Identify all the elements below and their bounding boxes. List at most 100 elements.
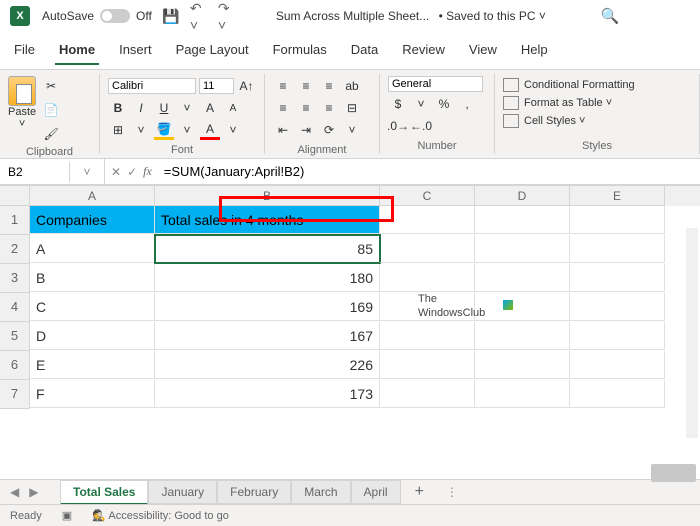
menu-file[interactable]: File [10, 36, 39, 65]
sheet-tab-january[interactable]: January [148, 480, 217, 504]
enter-formula-icon[interactable]: ✓ [127, 165, 137, 179]
vertical-scrollbar[interactable] [686, 228, 698, 438]
font-grow-icon[interactable]: A [200, 98, 220, 118]
menu-help[interactable]: Help [517, 36, 552, 65]
orientation-icon[interactable]: ⟳ [319, 120, 339, 140]
comma-icon[interactable]: , [457, 94, 477, 114]
indent-right-icon[interactable]: ⇥ [296, 120, 316, 140]
wrap-text-icon[interactable]: ab [342, 76, 362, 96]
cell-e5[interactable] [570, 322, 665, 350]
merge-icon[interactable]: ⊟ [342, 98, 362, 118]
cell-a7[interactable]: F [30, 380, 155, 408]
menu-formulas[interactable]: Formulas [269, 36, 331, 65]
row-header[interactable]: 5 [0, 322, 30, 351]
font-name-select[interactable] [108, 78, 196, 94]
toggle-switch-icon[interactable] [100, 9, 130, 23]
menu-view[interactable]: View [465, 36, 501, 65]
cell-d6[interactable] [475, 351, 570, 379]
cut-icon[interactable]: ✂ [41, 76, 61, 96]
cell-a5[interactable]: D [30, 322, 155, 350]
cell-b4[interactable]: 169 [155, 293, 380, 321]
cell-e1[interactable] [570, 206, 665, 234]
cell-d5[interactable] [475, 322, 570, 350]
macro-record-icon[interactable]: ▣ [62, 509, 72, 522]
percent-icon[interactable]: % [434, 94, 454, 114]
bold-button[interactable]: B [108, 98, 128, 118]
undo-icon[interactable]: ↶ ˅ [190, 7, 208, 25]
indent-left-icon[interactable]: ⇤ [273, 120, 293, 140]
format-as-table-button[interactable]: Format as Table ˅ [503, 94, 691, 112]
font-size-select[interactable] [199, 78, 234, 94]
paste-button[interactable]: Paste ˅ [8, 76, 36, 130]
currency-icon[interactable]: $ [388, 94, 408, 114]
row-header[interactable]: 2 [0, 235, 30, 264]
sheet-tab-total-sales[interactable]: Total Sales [60, 480, 148, 505]
col-header-b[interactable]: B [155, 186, 380, 206]
name-box-dropdown-icon[interactable]: ˅ [70, 159, 105, 184]
cell-c1[interactable] [380, 206, 475, 234]
select-all-corner[interactable] [0, 186, 30, 206]
cell-b5[interactable]: 167 [155, 322, 380, 350]
conditional-formatting-button[interactable]: Conditional Formatting [503, 76, 691, 94]
format-painter-icon[interactable]: 🖌 [41, 124, 61, 144]
cell-b7[interactable]: 173 [155, 380, 380, 408]
cell-c5[interactable] [380, 322, 475, 350]
menu-review[interactable]: Review [398, 36, 449, 65]
align-right-icon[interactable]: ≡ [319, 98, 339, 118]
cell-b6[interactable]: 226 [155, 351, 380, 379]
cell-c2[interactable] [380, 235, 475, 263]
increase-font-icon[interactable]: A↑ [237, 76, 256, 96]
accessibility-status[interactable]: 🕵 Accessibility: Good to go [92, 509, 229, 522]
cell-d4[interactable] [475, 293, 570, 321]
underline-button[interactable]: U [154, 98, 174, 118]
col-header-a[interactable]: A [30, 186, 155, 206]
sheet-nav-next-icon[interactable]: ▶ [29, 485, 38, 499]
cell-styles-button[interactable]: Cell Styles ˅ [503, 112, 691, 130]
sheet-tab-february[interactable]: February [217, 480, 291, 504]
cell-d1[interactable] [475, 206, 570, 234]
align-top-icon[interactable]: ≡ [273, 76, 293, 96]
borders-icon[interactable]: ⊞ [108, 120, 128, 140]
cancel-formula-icon[interactable]: ✕ [111, 165, 121, 179]
cell-d3[interactable] [475, 264, 570, 292]
horizontal-scrollbar[interactable] [651, 464, 696, 482]
cell-b3[interactable]: 180 [155, 264, 380, 292]
sheet-menu-icon[interactable]: ⋮ [446, 485, 458, 499]
fx-icon[interactable]: fx [143, 164, 152, 179]
cell-b1[interactable]: Total sales in 4 months [155, 206, 380, 234]
formula-input[interactable] [158, 161, 700, 182]
increase-decimal-icon[interactable]: .0→ [388, 116, 408, 136]
cell-e3[interactable] [570, 264, 665, 292]
autosave-toggle[interactable]: AutoSave Off [42, 9, 152, 23]
align-bottom-icon[interactable]: ≡ [319, 76, 339, 96]
menu-insert[interactable]: Insert [115, 36, 156, 65]
name-box[interactable] [0, 162, 70, 182]
sheet-tab-april[interactable]: April [351, 480, 401, 504]
row-header[interactable]: 3 [0, 264, 30, 293]
number-format-select[interactable] [388, 76, 483, 92]
menu-data[interactable]: Data [347, 36, 382, 65]
menu-home[interactable]: Home [55, 36, 99, 65]
cell-e2[interactable] [570, 235, 665, 263]
col-header-d[interactable]: D [475, 186, 570, 206]
cell-c6[interactable] [380, 351, 475, 379]
cell-c7[interactable] [380, 380, 475, 408]
cell-a6[interactable]: E [30, 351, 155, 379]
cell-e6[interactable] [570, 351, 665, 379]
cell-e4[interactable] [570, 293, 665, 321]
row-header[interactable]: 1 [0, 206, 30, 235]
sheet-tab-march[interactable]: March [291, 480, 350, 504]
align-center-icon[interactable]: ≡ [296, 98, 316, 118]
decrease-decimal-icon[interactable]: ←.0 [411, 116, 431, 136]
row-header[interactable]: 4 [0, 293, 30, 322]
italic-button[interactable]: I [131, 98, 151, 118]
menu-page-layout[interactable]: Page Layout [172, 36, 253, 65]
add-sheet-button[interactable]: + [401, 479, 438, 505]
align-middle-icon[interactable]: ≡ [296, 76, 316, 96]
cell-a2[interactable]: A [30, 235, 155, 263]
font-color-icon[interactable]: A [200, 120, 220, 140]
cell-c3[interactable] [380, 264, 475, 292]
col-header-c[interactable]: C [380, 186, 475, 206]
cell-a3[interactable]: B [30, 264, 155, 292]
cell-a1[interactable]: Companies [30, 206, 155, 234]
